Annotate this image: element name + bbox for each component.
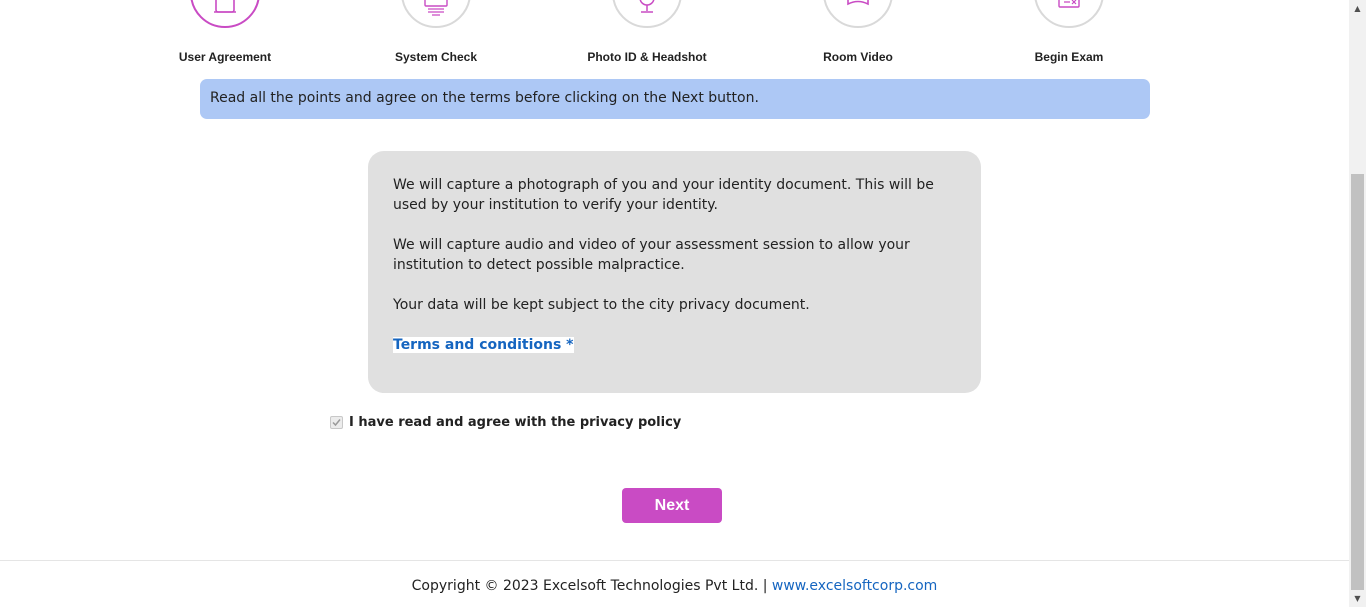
page: User Agreement System Check Photo ID & H… (0, 0, 1349, 607)
checkmark-icon (332, 418, 341, 426)
copyright-text: Copyright © 2023 Excelsoft Technologies … (411, 578, 768, 594)
privacy-paragraph-photo: We will capture a photograph of you and … (393, 177, 934, 213)
step-label: Room Video (823, 50, 893, 64)
next-button[interactable]: Next (622, 488, 722, 523)
privacy-agreement-row: I have read and agree with the privacy p… (330, 412, 681, 432)
step-label: Photo ID & Headshot (587, 50, 707, 64)
scrollbar-thumb[interactable] (1351, 174, 1364, 590)
privacy-notice-card: We will capture a photograph of you and … (368, 151, 981, 393)
step-circle (612, 0, 682, 28)
agreement-icon (214, 0, 236, 13)
footer: Copyright © 2023 Excelsoft Technologies … (0, 560, 1349, 607)
vertical-scrollbar[interactable]: ▲ ▼ (1349, 0, 1366, 607)
webcam-icon (639, 0, 655, 13)
monitor-icon (424, 0, 448, 16)
step-circle (190, 0, 260, 28)
scroll-up-arrow-icon[interactable]: ▲ (1349, 0, 1366, 17)
step-label: System Check (394, 50, 478, 64)
privacy-agreement-label: I have read and agree with the privacy p… (349, 414, 682, 430)
privacy-paragraph-audio-video: We will capture audio and video of your … (393, 237, 910, 273)
step-label: User Agreement (178, 50, 272, 64)
terms-and-conditions-link[interactable]: Terms and conditions * (393, 337, 574, 353)
exam-icon (1058, 0, 1080, 8)
privacy-paragraph-data: Your data will be kept subject to the ci… (393, 297, 810, 313)
step-circle (823, 0, 893, 28)
company-website-link[interactable]: www.excelsoftcorp.com (772, 578, 937, 594)
scroll-down-arrow-icon[interactable]: ▼ (1349, 590, 1366, 607)
step-label: Begin Exam (1034, 50, 1104, 64)
room-icon (847, 0, 869, 6)
instruction-banner: Read all the points and agree on the ter… (200, 79, 1150, 119)
privacy-agreement-checkbox[interactable] (330, 415, 343, 429)
step-circle (401, 0, 471, 28)
step-circle (1034, 0, 1104, 28)
